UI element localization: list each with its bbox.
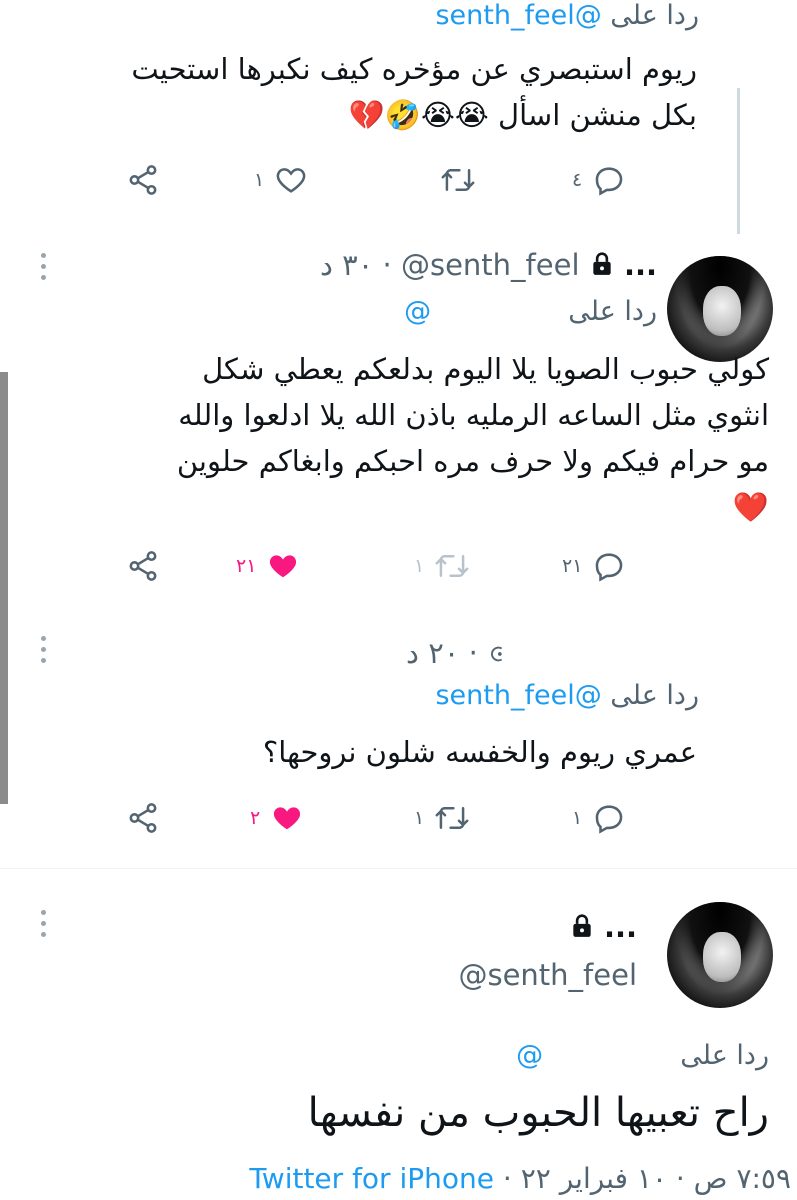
- reply-to-line: ردا على @: [516, 1040, 769, 1071]
- reply-prefix: ردا على: [610, 0, 699, 31]
- user-handle[interactable]: @senth_feel: [401, 248, 580, 282]
- tweet-text: ريوم استبصري عن مؤخره كيف نكبرها استحيت …: [131, 46, 697, 138]
- time-label[interactable]: ٣٠ د: [320, 248, 373, 282]
- tweet-header: ٢٠ د ·: [406, 636, 509, 670]
- reply-count: ٢١: [562, 555, 583, 577]
- tweet-line: كولي حبوب الصويا يلا اليوم بدلعكم يعطي ش…: [202, 352, 769, 386]
- divider: [0, 868, 797, 869]
- reply-handle-link[interactable]: @senth_feel: [435, 680, 601, 711]
- reply-button[interactable]: ٤: [572, 160, 626, 200]
- share-icon: [129, 551, 157, 581]
- reply-button[interactable]: ٢١: [562, 546, 626, 586]
- reply-count: ١: [572, 807, 583, 829]
- community-icon: [491, 646, 503, 662]
- timestamp[interactable]: ٧:٥٩ ص · ١٠ فبراير ٢٢: [521, 1162, 791, 1195]
- time-separator: ·: [382, 248, 392, 282]
- reply-count: ٤: [572, 169, 583, 191]
- retweet-count: ١: [414, 555, 425, 577]
- tweet-line: عمري ريوم والخفسه شلون نروحها؟: [262, 735, 697, 769]
- lock-icon: [593, 252, 611, 275]
- share-button[interactable]: [126, 160, 160, 200]
- more-label: ...: [623, 248, 657, 282]
- more-options-icon[interactable]: [40, 910, 48, 943]
- reply-handle-link[interactable]: @: [516, 1040, 543, 1071]
- tweet-line: مو حرام فيكم ولا حرف مره احبكم وابغاكم ح…: [176, 444, 769, 478]
- tweet-meta: Twitter for iPhone · ٧:٥٩ ص · ١٠ فبراير …: [249, 1162, 791, 1195]
- reply-icon: [595, 167, 623, 196]
- focused-tweet-text: راح تعبيها الحبوب من نفسها: [307, 1090, 769, 1136]
- reply-handle-link[interactable]: @: [404, 296, 431, 327]
- tweet-actions: ٢ ١ ١: [0, 798, 797, 838]
- reply-prefix: ردا على: [680, 1040, 769, 1071]
- reply-prefix: ردا على: [568, 296, 657, 327]
- like-count: ٢: [250, 807, 261, 829]
- reply-handle-link[interactable]: @senth_feel: [435, 0, 601, 31]
- tweet-text: عمري ريوم والخفسه شلون نروحها؟: [263, 729, 697, 775]
- scrollbar[interactable]: [0, 372, 8, 804]
- time-label[interactable]: ٢٠ د: [406, 636, 459, 670]
- reply-prefix: ردا على: [610, 680, 699, 711]
- share-icon: [129, 803, 157, 833]
- reply-icon: [596, 553, 623, 582]
- avatar[interactable]: [667, 902, 773, 1008]
- user-handle[interactable]: @senth_feel: [458, 958, 637, 992]
- more-options-icon[interactable]: [40, 253, 48, 286]
- like-heart-icon: [274, 807, 301, 830]
- like-heart-icon: [276, 168, 306, 193]
- time-separator: ·: [468, 636, 478, 670]
- share-button[interactable]: [126, 798, 160, 838]
- tweet-header: ...: [569, 910, 637, 944]
- reply-to-line: ردا على @: [404, 296, 657, 327]
- retweet-count: ١: [414, 807, 425, 829]
- like-count: ٢١: [236, 555, 257, 577]
- retweet-button[interactable]: [440, 160, 476, 200]
- like-button[interactable]: ١: [254, 160, 308, 200]
- like-count: ١: [254, 169, 265, 191]
- like-button[interactable]: ٢: [250, 798, 304, 838]
- meta-separator: ·: [502, 1162, 512, 1195]
- tweet-text: كولي حبوب الصويا يلا اليوم بدلعكم يعطي ش…: [177, 346, 769, 530]
- source-link[interactable]: Twitter for iPhone: [249, 1162, 494, 1195]
- retweet-icon: [435, 555, 469, 577]
- reply-icon: [595, 805, 623, 834]
- retweet-icon: [441, 169, 475, 191]
- retweet-button[interactable]: ١: [414, 546, 470, 586]
- tweet-header: ٣٠ د · @senth_feel ...: [320, 248, 657, 282]
- like-heart-icon: [270, 555, 297, 578]
- like-button[interactable]: ٢١: [236, 546, 300, 586]
- reply-to-line: ردا على @senth_feel: [435, 0, 699, 31]
- tweet-actions: ١ ٤: [0, 160, 797, 200]
- reply-to-line: ردا على @senth_feel: [435, 680, 699, 711]
- lock-icon: [573, 914, 591, 937]
- tweet-line: بكل منشن اسأل 😭😭🤣💔: [348, 98, 697, 132]
- tweet-line: ريوم استبصري عن مؤخره كيف نكبرها استحيت: [131, 52, 697, 86]
- share-icon: [129, 165, 157, 195]
- retweet-button[interactable]: ١: [414, 798, 470, 838]
- retweet-icon: [435, 807, 469, 829]
- tweet-line: ❤️: [732, 490, 769, 524]
- more-label: ...: [603, 910, 637, 944]
- reply-button[interactable]: ١: [572, 798, 626, 838]
- tweet-line: انثوي مثل الساعه الرمليه باذن الله يلا ا…: [178, 398, 769, 432]
- share-button[interactable]: [126, 546, 160, 586]
- more-options-icon[interactable]: [40, 636, 48, 669]
- tweet-actions: ٢١ ١ ٢١: [0, 546, 797, 586]
